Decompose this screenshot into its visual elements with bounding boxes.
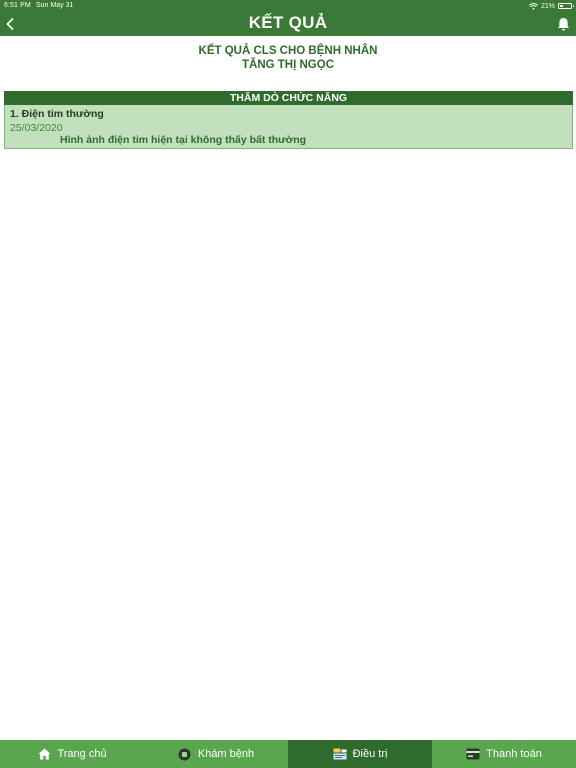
battery-icon (558, 3, 574, 9)
tab-examination-label: Khám bệnh (197, 748, 255, 760)
results-heading: KẾT QUẢ CLS CHO BỆNH NHÂN (198, 45, 378, 57)
bell-icon (557, 17, 569, 30)
result-conclusion: Hình ảnh điện tim hiện tại không thấy bấ… (60, 134, 307, 146)
patient-heading: KẾT QUẢ CLS CHO BỆNH NHÂN TĂNG THỊ NGỌC (0, 44, 576, 72)
notifications-button[interactable] (555, 15, 571, 33)
exam-icon (178, 747, 192, 761)
home-icon (37, 747, 51, 761)
battery-percent: 21% (540, 2, 555, 10)
result-card[interactable]: 1. Điện tim thường 25/03/2020 Hình ảnh đ… (4, 105, 573, 149)
status-indicators: 21% (528, 1, 574, 11)
tab-payment[interactable]: Thanh toán (432, 740, 576, 768)
patient-name: TĂNG THỊ NGỌC (242, 59, 334, 71)
tab-treatment[interactable]: Điều trị (288, 740, 432, 768)
tab-payment-label: Thanh toán (486, 748, 542, 760)
tab-home-label: Trang chủ (57, 748, 107, 760)
section-title: THĂM DÒ CHỨC NĂNG (4, 91, 573, 105)
functional-test-section: THĂM DÒ CHỨC NĂNG 1. Điện tim thường 25/… (4, 91, 573, 149)
treatment-icon (333, 747, 347, 761)
tab-home[interactable]: Trang chủ (0, 740, 144, 768)
top-bar: 6:51 PM Sun May 31 21% KẾT QUẢ (0, 0, 576, 36)
result-date: 25/03/2020 (10, 122, 63, 134)
result-test-name: 1. Điện tim thường (10, 108, 104, 120)
wifi-icon (528, 2, 539, 10)
status-time: 6:51 PM (4, 2, 31, 9)
page-title: KẾT QUẢ (248, 13, 328, 32)
tab-treatment-label: Điều trị (352, 748, 388, 760)
bottom-tab-bar: Trang chủ Khám bệnh Điều trị Thanh toán (0, 740, 576, 768)
status-date: Sun May 31 (36, 2, 74, 9)
results-screen: 6:51 PM Sun May 31 21% KẾT QUẢ KẾT QUẢ C… (0, 0, 576, 768)
tab-examination[interactable]: Khám bệnh (144, 740, 288, 768)
wallet-icon (466, 747, 480, 761)
